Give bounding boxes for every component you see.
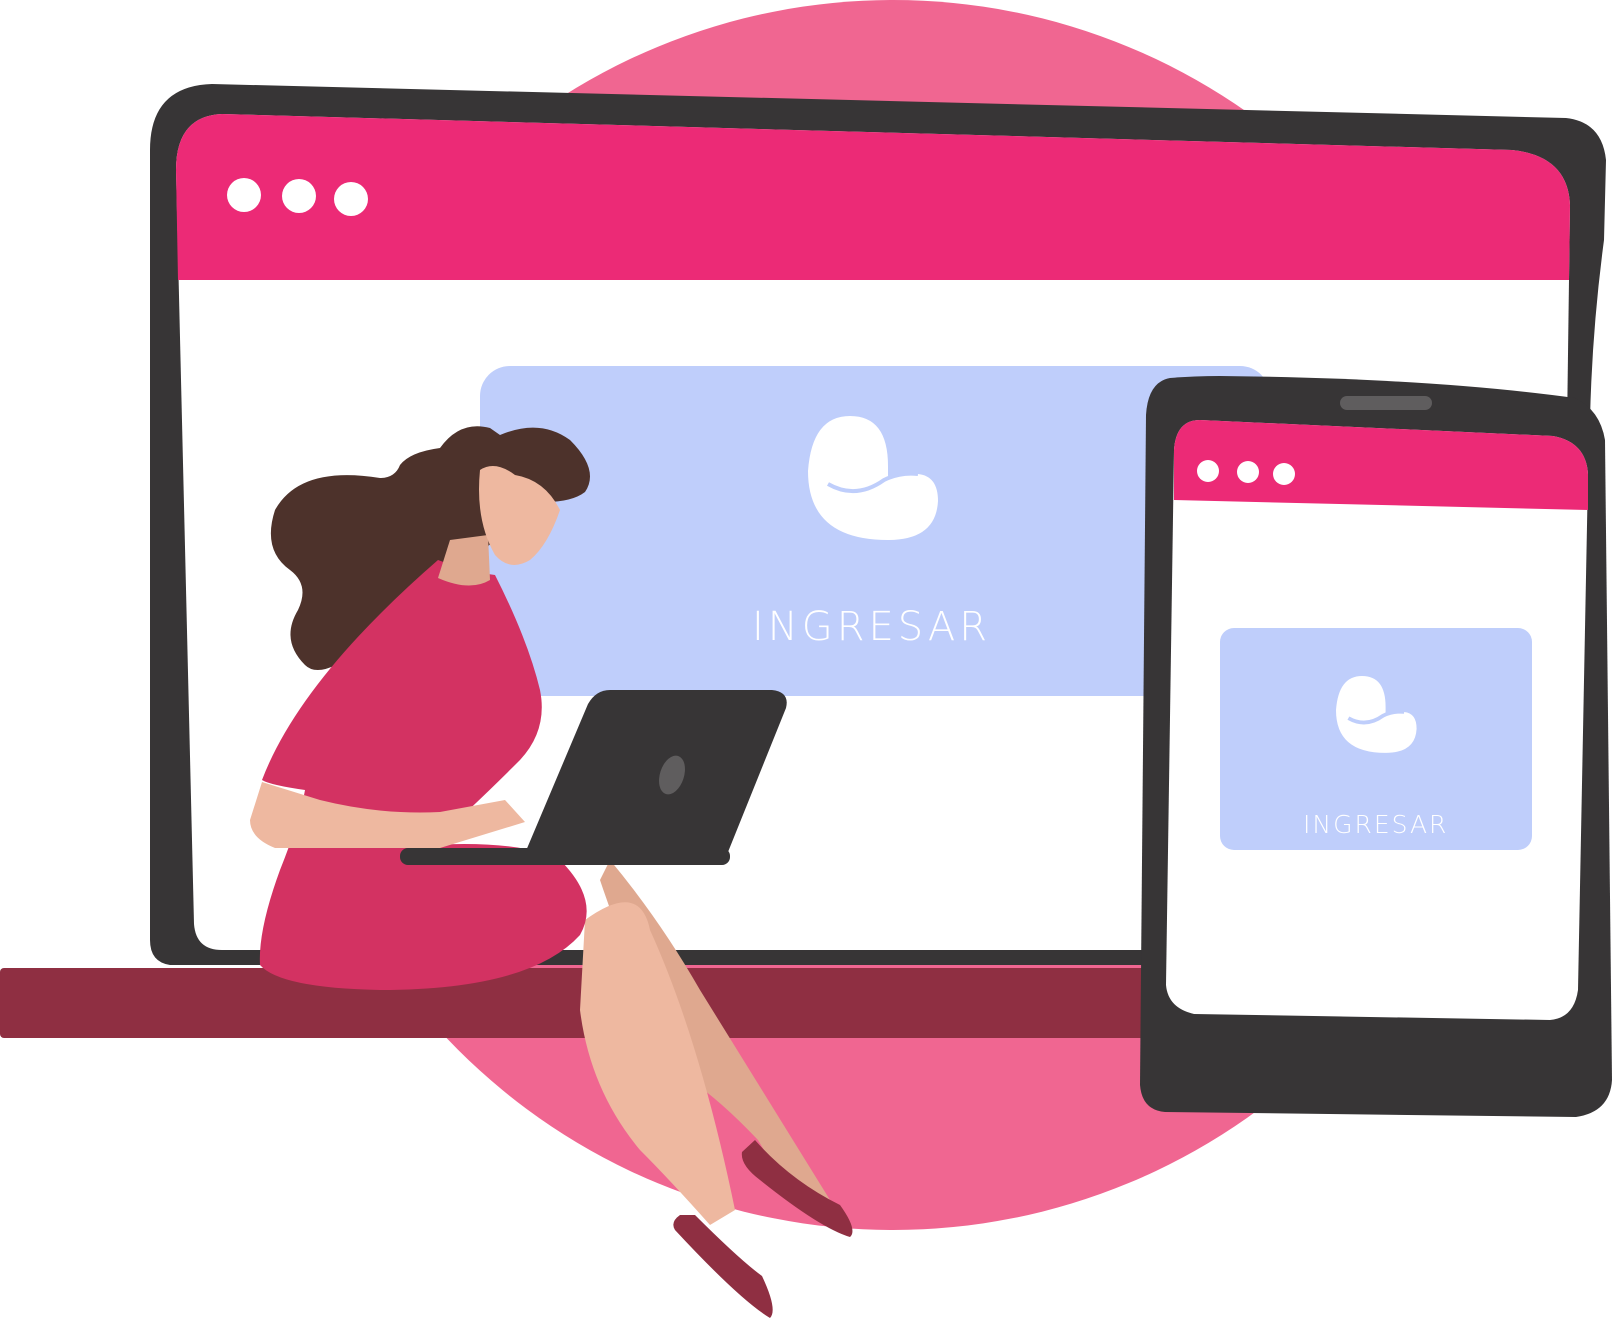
tablet-window [1140,376,1612,1117]
laptop-base [400,848,730,865]
window-dot[interactable] [1237,461,1259,483]
shoe-front [673,1215,773,1318]
login-button-label[interactable]: INGRESAR [1303,810,1448,839]
tablet-speaker [1340,396,1432,410]
illustration-scene [0,0,1612,1318]
window-dot[interactable] [1273,463,1295,485]
shelf [0,968,1160,1038]
login-button-label[interactable]: INGRESAR [752,604,991,650]
window-dot[interactable] [1197,460,1219,482]
window-dot[interactable] [282,179,316,213]
window-dot[interactable] [334,182,368,216]
window-dot[interactable] [227,178,261,212]
